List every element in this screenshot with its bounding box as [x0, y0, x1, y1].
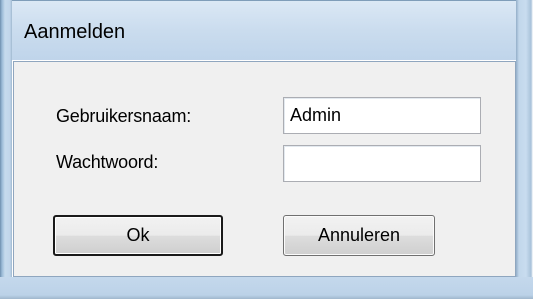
window-frame-right — [516, 0, 533, 299]
dialog-title: Aanmelden — [24, 21, 126, 43]
window-frame-bottom — [0, 277, 533, 299]
title-bar[interactable]: Aanmelden — [0, 0, 533, 60]
username-field[interactable] — [283, 97, 481, 134]
cancel-button[interactable]: Annuleren — [283, 215, 435, 256]
ok-button[interactable]: Ok — [53, 215, 223, 256]
password-label: Wachtwoord: — [56, 152, 159, 172]
login-dialog: Aanmelden Gebruikersnaam: Wachtwoord: Ok… — [0, 0, 533, 299]
window-frame-left — [0, 0, 12, 299]
password-field[interactable] — [283, 145, 481, 182]
username-label: Gebruikersnaam: — [56, 106, 192, 126]
